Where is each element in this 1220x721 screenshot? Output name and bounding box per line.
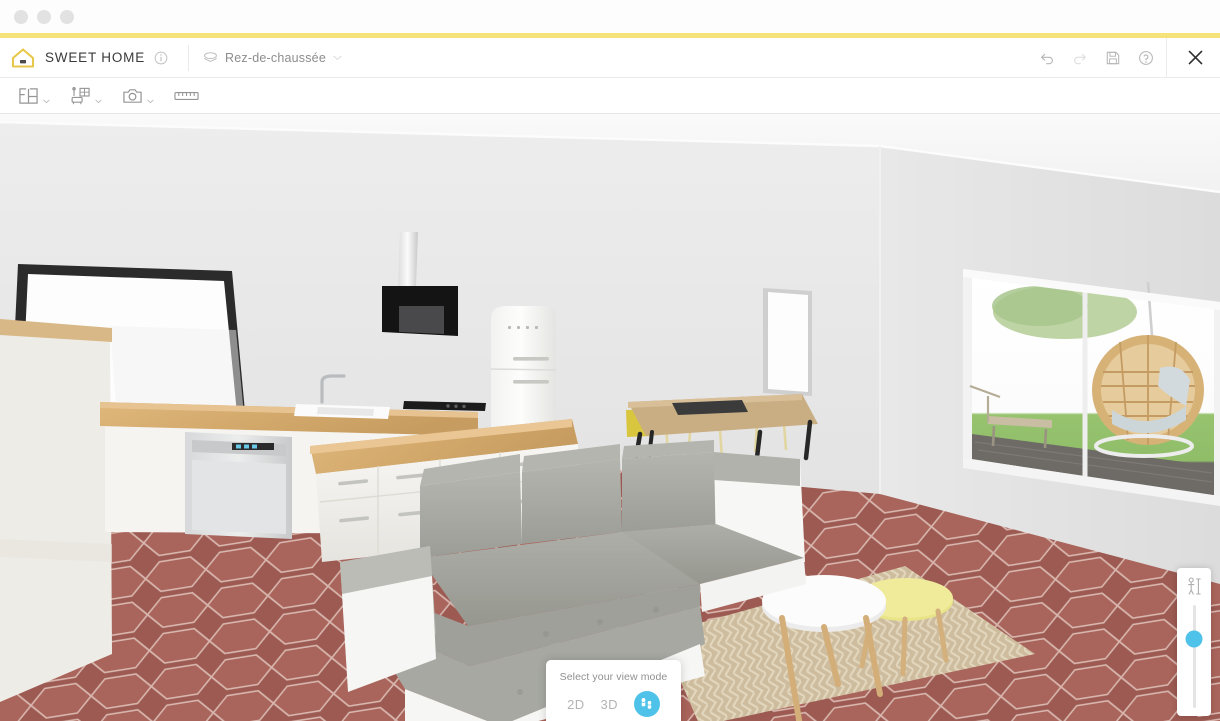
floor-selector[interactable]: Rez-de-chaussée <box>195 46 350 70</box>
person-height-icon <box>1188 577 1201 595</box>
tool-photo[interactable] <box>112 82 164 110</box>
app-window: SWEET HOME Rez-de-chaussée Select your v… <box>0 0 1220 721</box>
brand-name: SWEET HOME <box>45 50 146 65</box>
scene-render <box>0 114 1220 721</box>
furniture-icon <box>71 86 90 104</box>
layers-icon <box>204 52 217 62</box>
viewport-3d[interactable]: Select your view mode 2D 3D <box>0 114 1220 721</box>
tool-furniture[interactable] <box>60 82 112 110</box>
view-mode-panel: Select your view mode 2D 3D <box>546 660 681 721</box>
info-icon[interactable] <box>154 51 168 65</box>
footsteps-icon <box>642 697 652 709</box>
chevron-down-icon <box>43 99 50 103</box>
view-mode-3d[interactable]: 3D <box>601 698 618 711</box>
camera-icon <box>123 88 142 103</box>
back-wall-window <box>763 288 812 396</box>
tool-measure[interactable] <box>164 86 209 106</box>
header-actions <box>1039 50 1166 66</box>
window-minimize-dot[interactable] <box>37 9 51 24</box>
camera-height-slider[interactable] <box>1177 568 1211 716</box>
chevron-down-icon <box>333 55 342 60</box>
view-mode-first-person[interactable] <box>633 691 660 717</box>
close-button[interactable] <box>1166 37 1220 78</box>
close-icon <box>1188 50 1203 65</box>
tool-floor-plan[interactable] <box>8 82 60 110</box>
redo-icon <box>1074 53 1086 64</box>
toolbar <box>0 78 1220 114</box>
undo-icon[interactable] <box>1039 50 1055 66</box>
save-floppy-icon[interactable] <box>1105 50 1121 66</box>
help-circle-icon[interactable] <box>1138 50 1154 66</box>
app-header: SWEET HOME Rez-de-chaussée <box>0 37 1220 78</box>
sliding-glass-doors <box>963 269 1220 506</box>
window-maximize-dot[interactable] <box>60 9 74 24</box>
view-mode-title: Select your view mode <box>559 671 668 683</box>
slider-handle[interactable] <box>1185 630 1203 648</box>
header-divider <box>188 44 190 71</box>
chevron-down-icon <box>147 99 154 103</box>
brand: SWEET HOME <box>10 47 182 69</box>
chevron-down-icon <box>95 99 102 103</box>
dishwasher <box>185 432 292 539</box>
ruler-icon <box>174 91 199 100</box>
window-close-dot[interactable] <box>14 9 28 24</box>
floor-label: Rez-de-chaussée <box>225 50 326 65</box>
slider-track[interactable] <box>1185 605 1203 708</box>
house-icon <box>11 47 35 68</box>
tall-white-cabinet <box>0 319 112 702</box>
view-mode-2d[interactable]: 2D <box>567 698 584 711</box>
view-mode-options: 2D 3D <box>546 691 681 717</box>
os-titlebar <box>0 0 1220 33</box>
floorplan-icon <box>19 87 38 104</box>
